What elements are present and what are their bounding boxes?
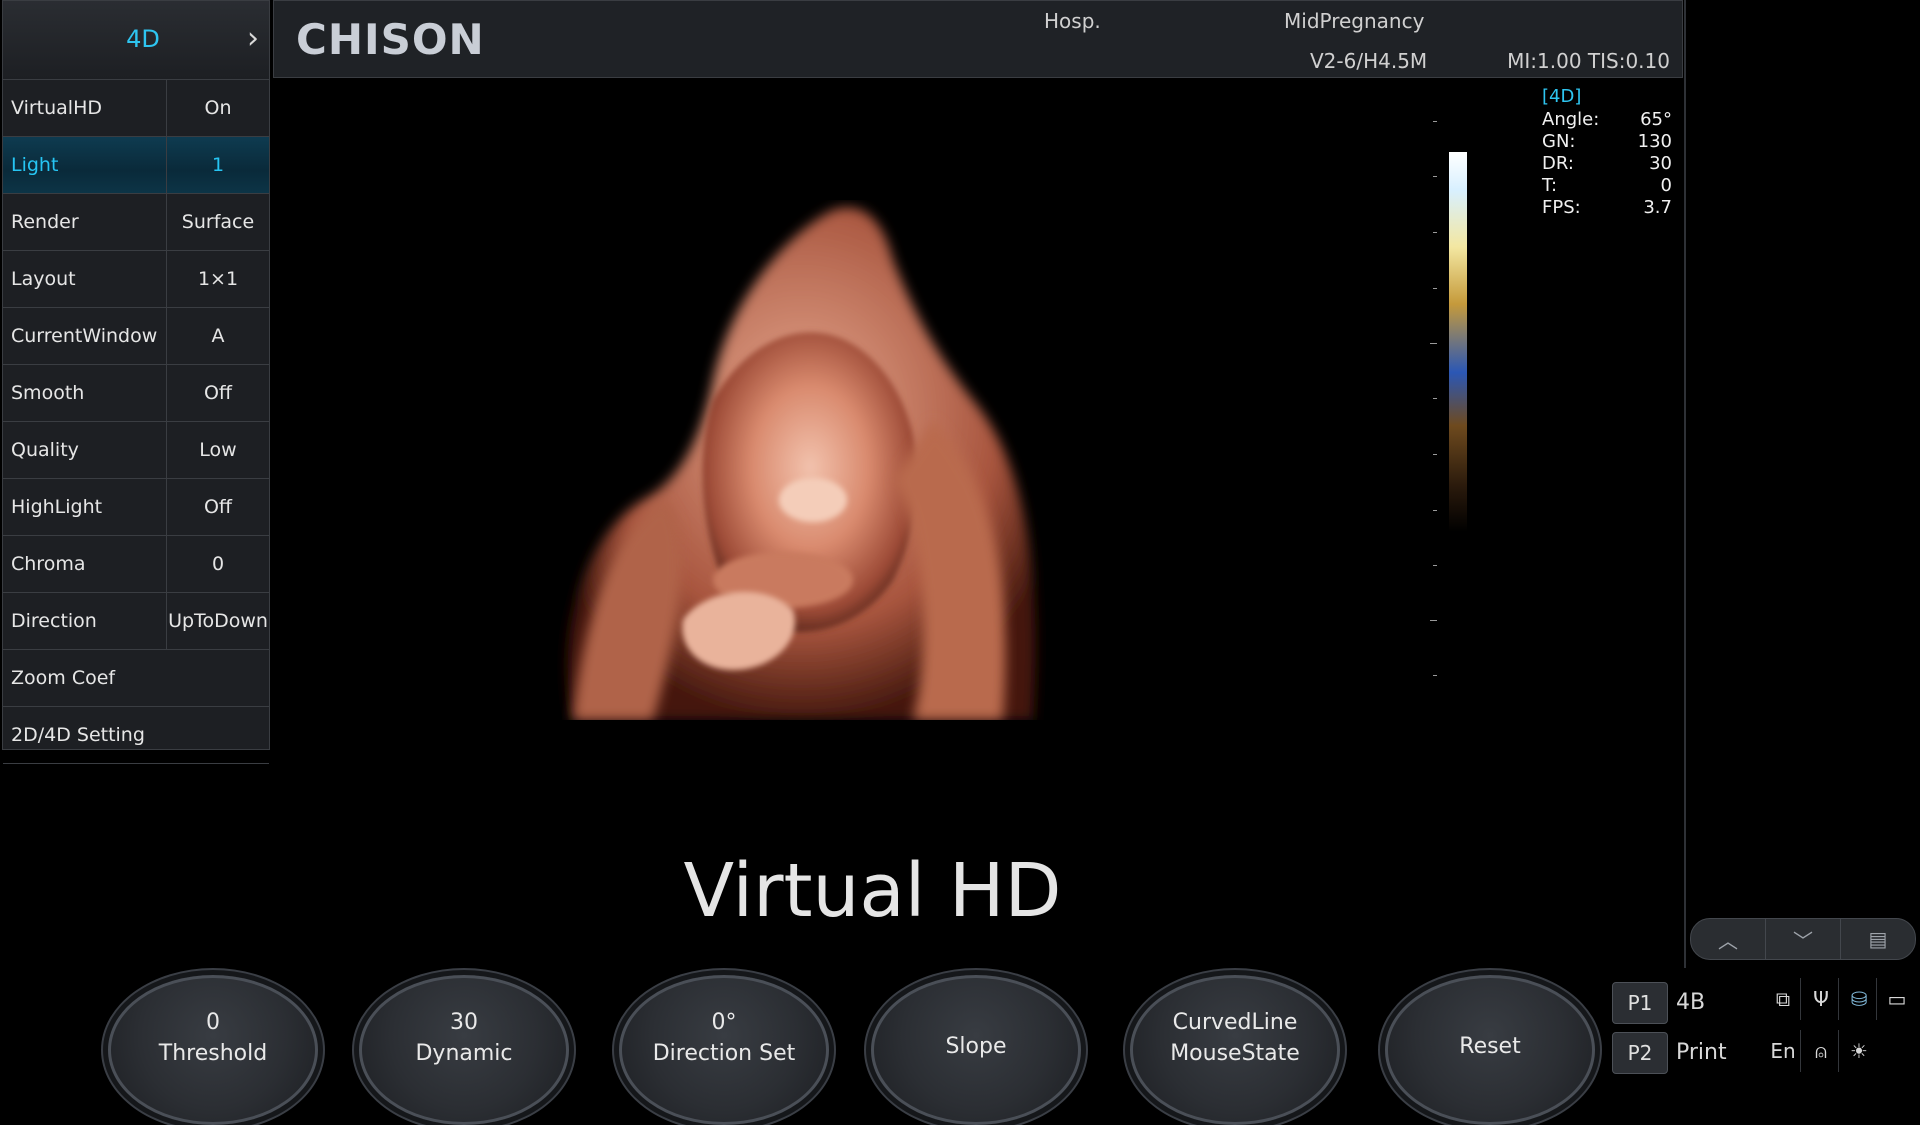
menu-row-value: On [166,80,269,136]
readout-value: 130 [1637,131,1672,152]
left-menu-panel: 4D › VirtualHD On Light 1 Render Surface… [2,0,270,764]
color-map-bar [1449,152,1467,532]
menu-row-quality[interactable]: Quality Low [3,422,269,479]
slope-knob[interactable]: Slope [871,975,1081,1125]
menu-row-value: 0 [166,536,269,592]
menu-row-render[interactable]: Render Surface [3,194,269,251]
chevron-down-icon[interactable]: ﹀ [1766,919,1841,959]
menu-row-virtualhd[interactable]: VirtualHD On [3,80,269,137]
readout-label: FPS: [1542,197,1581,218]
knob-label: Direction Set [652,1041,796,1066]
menu-row-value: A [166,308,269,364]
display-icon: ▭ [1887,987,1907,1011]
menu-row-label: HighLight [11,496,103,518]
menu-row-layout[interactable]: Layout 1×1 [3,251,269,308]
menu-row-currentwindow[interactable]: CurrentWindow A [3,308,269,365]
menu-title: 4D [126,25,160,53]
preset-p1-button[interactable]: P1 [1612,982,1668,1024]
menu-row-value: Low [166,422,269,478]
readout-row-dynamic-range: DR: 30 [1542,153,1672,175]
mi-tis-readout: MI:1.00 TIS:0.10 [1507,49,1670,73]
hospital-name: Hosp. [1044,9,1101,33]
probe-info: V2-6/H4.5M [1310,49,1428,73]
menu-header: 4D › [3,1,269,80]
preset-p2-label: Print [1676,1040,1727,1065]
menu-row-label: Smooth [11,382,85,404]
menu-row-smooth[interactable]: Smooth Off [3,365,269,422]
readout-row-gain: GN: 130 [1542,131,1672,153]
readout-row-angle: Angle: 65° [1542,109,1672,131]
readout-row-t: T: 0 [1542,175,1672,197]
menu-row-value: Off [166,365,269,421]
mode-label: [4D] [1542,86,1582,107]
knob-label: Threshold [158,1041,268,1066]
menu-row-2d4d-setting[interactable]: 2D/4D Setting [3,707,269,764]
virtual-hd-overlay: Virtual HD [683,848,1062,934]
menu-row-label: 2D/4D Setting [11,724,145,746]
menu-row-zoom-coef[interactable]: Zoom Coef [3,650,269,707]
menu-row-label: CurrentWindow [11,325,158,347]
knob-value: 0° [711,1010,737,1035]
knob-value: 0 [206,1010,220,1035]
readout-value: 30 [1649,153,1672,174]
preset-p2-button[interactable]: P2 [1612,1032,1668,1074]
brightness-icon[interactable]: ☀ [1842,1030,1876,1072]
language-indicator[interactable]: En [1766,1030,1801,1072]
menu-row-label: Render [11,211,79,233]
mouse-icon: ⍝ [1804,1030,1839,1072]
menu-row-label: Layout [11,268,76,290]
menu-row-label: Light [11,154,59,176]
menu-row-label: VirtualHD [11,97,103,119]
menu-row-chroma[interactable]: Chroma 0 [3,536,269,593]
reset-knob[interactable]: Reset [1385,975,1595,1125]
readout-label: DR: [1542,153,1574,174]
menu-row-value: Off [166,479,269,535]
menu-row-highlight[interactable]: HighLight Off [3,479,269,536]
knob-value: 30 [450,1010,478,1035]
menu-row-label: Quality [11,439,79,461]
list-icon[interactable]: ▤ [1841,919,1915,959]
dynamic-knob[interactable]: 30 Dynamic [359,975,569,1125]
curvedline-mousestate-knob[interactable]: CurvedLine MouseState [1130,975,1340,1125]
menu-row-value: UpToDown [166,593,269,649]
chevron-right-icon[interactable]: › [247,21,259,56]
menu-row-label: Chroma [11,553,86,575]
right-side-panel [1684,0,1920,968]
brand-logo: CHISON [296,15,485,64]
menu-row-value: 1 [166,137,269,193]
parameter-readout: [4D] Angle: 65° GN: 130 DR: 30 T: 0 FPS:… [1542,86,1672,219]
knob-label-line2: MouseState [1170,1041,1300,1066]
preset-p1-label: 4B [1676,990,1706,1015]
threshold-knob[interactable]: 0 Threshold [108,975,318,1125]
knob-label: Dynamic [415,1041,513,1066]
storage-icon: ⛁ [1842,978,1877,1020]
knob-label: Slope [945,1034,1007,1059]
ultrasound-image-area[interactable] [273,80,1683,960]
direction-set-knob[interactable]: 0° Direction Set [619,975,829,1125]
readout-label: Angle: [1542,109,1600,130]
readout-value: 0 [1660,175,1672,196]
readout-label: GN: [1542,131,1576,152]
readout-row-fps: FPS: 3.7 [1542,197,1672,219]
top-info-bar: CHISON Hosp. MidPregnancy V2-6/H4.5M MI:… [273,0,1683,78]
knob-label: Reset [1459,1034,1521,1059]
readout-value: 3.7 [1643,197,1672,218]
menu-row-label: Direction [11,610,97,632]
menu-row-direction[interactable]: Direction UpToDown [3,593,269,650]
fetal-3d-render [567,207,1036,720]
menu-row-light[interactable]: Light 1 [3,137,269,194]
menu-row-value: 1×1 [166,251,269,307]
menu-row-label: Zoom Coef [11,667,116,689]
network-icon: ⧉ [1766,978,1801,1020]
menu-row-value: Surface [166,194,269,250]
readout-value: 65° [1640,109,1672,130]
usb-icon: Ψ [1804,978,1839,1020]
readout-label: T: [1542,175,1558,196]
knob-label-line1: CurvedLine [1172,1010,1298,1035]
exam-preset: MidPregnancy [1284,9,1425,33]
